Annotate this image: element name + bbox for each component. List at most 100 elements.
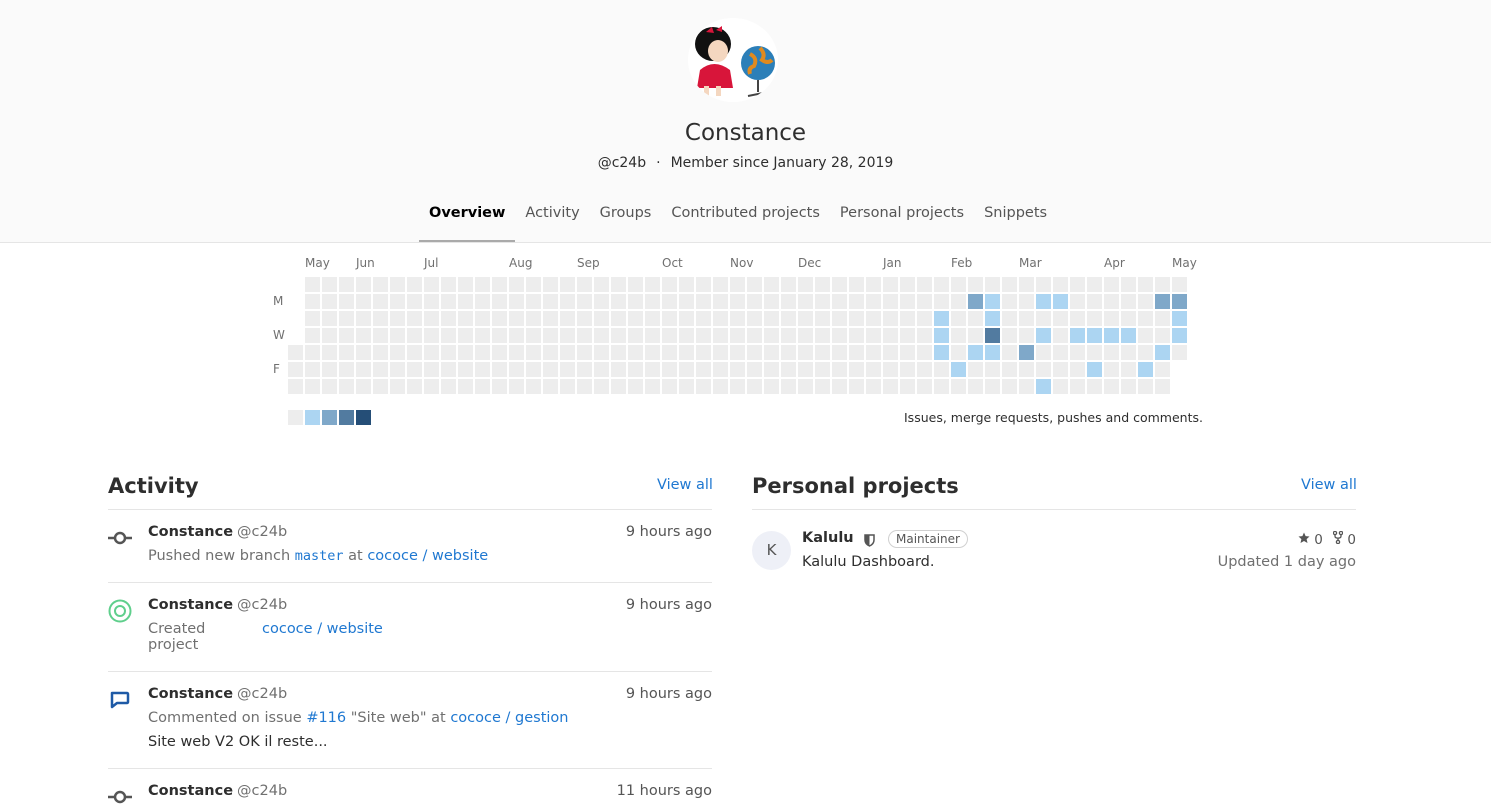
calendar-day-cell[interactable] [475,277,490,292]
calendar-day-cell[interactable] [1019,362,1034,377]
calendar-day-cell[interactable] [526,345,541,360]
calendar-day-cell[interactable] [1121,294,1136,309]
calendar-day-cell[interactable] [764,294,779,309]
calendar-day-cell[interactable] [679,277,694,292]
calendar-day-cell[interactable] [866,362,881,377]
event-author-name[interactable]: Constance [148,783,233,799]
project-avatar[interactable]: K [752,531,791,570]
calendar-day-cell[interactable] [509,379,524,394]
calendar-day-cell[interactable] [968,345,983,360]
calendar-day-cell[interactable] [696,277,711,292]
calendar-day-cell[interactable] [883,311,898,326]
calendar-day-cell[interactable] [441,379,456,394]
calendar-day-cell[interactable] [1155,345,1170,360]
calendar-day-cell[interactable] [611,379,626,394]
calendar-day-cell[interactable] [747,362,762,377]
calendar-day-cell[interactable] [611,362,626,377]
calendar-day-cell[interactable] [339,379,354,394]
calendar-day-cell[interactable] [1036,345,1051,360]
calendar-day-cell[interactable] [1155,311,1170,326]
calendar-day-cell[interactable] [662,294,677,309]
calendar-day-cell[interactable] [1138,345,1153,360]
calendar-day-cell[interactable] [407,345,422,360]
calendar-day-cell[interactable] [628,345,643,360]
calendar-day-cell[interactable] [373,311,388,326]
calendar-day-cell[interactable] [1053,345,1068,360]
calendar-day-cell[interactable] [747,311,762,326]
calendar-day-cell[interactable] [492,311,507,326]
event-author-name[interactable]: Constance [148,524,233,540]
calendar-day-cell[interactable] [322,362,337,377]
calendar-day-cell[interactable] [815,379,830,394]
calendar-day-cell[interactable] [798,345,813,360]
calendar-day-cell[interactable] [1019,311,1034,326]
calendar-day-cell[interactable] [917,277,932,292]
calendar-day-cell[interactable] [1053,362,1068,377]
calendar-day-cell[interactable] [713,311,728,326]
calendar-day-cell[interactable] [1070,345,1085,360]
calendar-day-cell[interactable] [628,328,643,343]
project-name-link[interactable]: Kalulu [802,530,854,546]
calendar-day-cell[interactable] [611,294,626,309]
calendar-day-cell[interactable] [645,362,660,377]
calendar-day-cell[interactable] [322,311,337,326]
calendar-day-cell[interactable] [985,362,1000,377]
calendar-day-cell[interactable] [441,345,456,360]
calendar-day-cell[interactable] [934,362,949,377]
calendar-day-cell[interactable] [509,294,524,309]
calendar-day-cell[interactable] [305,294,320,309]
calendar-day-cell[interactable] [475,362,490,377]
calendar-day-cell[interactable] [883,277,898,292]
calendar-day-cell[interactable] [849,277,864,292]
calendar-day-cell[interactable] [475,311,490,326]
calendar-day-cell[interactable] [373,379,388,394]
calendar-day-cell[interactable] [866,294,881,309]
calendar-day-cell[interactable] [475,345,490,360]
calendar-day-cell[interactable] [696,328,711,343]
calendar-day-cell[interactable] [849,379,864,394]
calendar-day-cell[interactable] [1053,311,1068,326]
calendar-day-cell[interactable] [1121,379,1136,394]
calendar-day-cell[interactable] [696,311,711,326]
calendar-day-cell[interactable] [441,294,456,309]
calendar-day-cell[interactable] [1070,311,1085,326]
calendar-day-cell[interactable] [730,277,745,292]
calendar-day-cell[interactable] [560,328,575,343]
calendar-day-cell[interactable] [577,379,592,394]
calendar-day-cell[interactable] [373,328,388,343]
project-link[interactable]: cococe / website [367,548,488,564]
calendar-day-cell[interactable] [458,345,473,360]
calendar-day-cell[interactable] [951,362,966,377]
calendar-day-cell[interactable] [1053,277,1068,292]
calendar-day-cell[interactable] [832,277,847,292]
calendar-day-cell[interactable] [917,328,932,343]
calendar-day-cell[interactable] [1104,379,1119,394]
calendar-day-cell[interactable] [934,379,949,394]
calendar-day-cell[interactable] [492,379,507,394]
calendar-day-cell[interactable] [560,294,575,309]
calendar-day-cell[interactable] [815,345,830,360]
calendar-day-cell[interactable] [492,277,507,292]
calendar-day-cell[interactable] [832,362,847,377]
calendar-day-cell[interactable] [407,311,422,326]
calendar-day-cell[interactable] [407,328,422,343]
calendar-day-cell[interactable] [866,345,881,360]
calendar-day-cell[interactable] [798,362,813,377]
calendar-day-cell[interactable] [526,277,541,292]
calendar-day-cell[interactable] [1053,328,1068,343]
calendar-day-cell[interactable] [1121,345,1136,360]
calendar-day-cell[interactable] [679,379,694,394]
calendar-day-cell[interactable] [900,328,915,343]
calendar-day-cell[interactable] [322,345,337,360]
calendar-day-cell[interactable] [662,345,677,360]
calendar-day-cell[interactable] [1002,311,1017,326]
calendar-day-cell[interactable] [594,294,609,309]
calendar-day-cell[interactable] [594,311,609,326]
calendar-day-cell[interactable] [917,311,932,326]
calendar-day-cell[interactable] [1087,311,1102,326]
calendar-day-cell[interactable] [594,362,609,377]
calendar-day-cell[interactable] [1002,277,1017,292]
calendar-day-cell[interactable] [934,345,949,360]
calendar-day-cell[interactable] [356,277,371,292]
calendar-day-cell[interactable] [866,311,881,326]
